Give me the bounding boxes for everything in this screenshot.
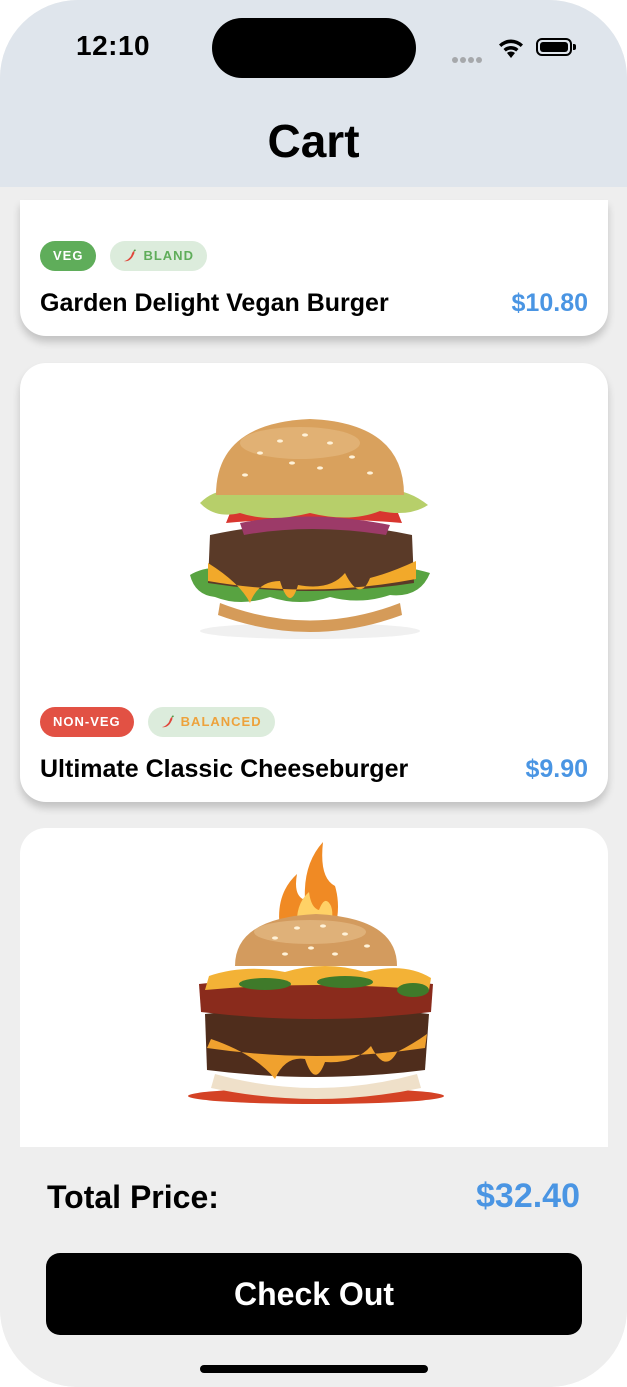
- diet-badge: NON-VEG: [40, 707, 134, 737]
- page-title: Cart: [267, 115, 360, 167]
- chili-icon: [124, 249, 137, 262]
- cart-footer: Total Price: $32.40 Check Out: [0, 1147, 627, 1387]
- total-price-label: Total Price:: [47, 1179, 219, 1215]
- dynamic-island: [212, 18, 416, 78]
- cart-item-card[interactable]: [20, 828, 608, 1168]
- checkout-button[interactable]: Check Out: [46, 1253, 582, 1335]
- cheeseburger-image: [190, 419, 430, 639]
- item-price: $10.80: [511, 289, 588, 317]
- chili-icon: [161, 715, 174, 728]
- taste-label: BALANCED: [180, 714, 262, 729]
- item-badges: VEG BLAND: [40, 241, 207, 271]
- item-badges: NON-VEG BALANCED: [40, 707, 275, 737]
- item-name: Ultimate Classic Cheeseburger: [40, 755, 409, 783]
- app-header: 12:10 Cart: [0, 0, 627, 187]
- taste-badge: BALANCED: [147, 707, 275, 737]
- taste-label: BLAND: [143, 248, 194, 263]
- home-indicator[interactable]: [200, 1365, 428, 1373]
- cellular-signal-icon: [452, 50, 484, 68]
- cart-item-card[interactable]: NON-VEG BALANCED Ultimate Classic Cheese…: [20, 363, 608, 802]
- taste-badge: BLAND: [110, 241, 207, 271]
- wifi-icon: [499, 39, 523, 58]
- status-time: 12:10: [76, 30, 151, 61]
- item-price: $9.90: [525, 755, 588, 783]
- phone-screen: 12:10 Cart VEG BLAND Garden Delight Vega…: [0, 0, 627, 1387]
- flaming-burger-image: [188, 842, 444, 1104]
- battery-icon: [536, 38, 576, 56]
- total-price-value: $32.40: [476, 1177, 580, 1215]
- item-name: Garden Delight Vegan Burger: [40, 289, 389, 317]
- cart-item-card[interactable]: VEG BLAND Garden Delight Vegan Burger $1…: [20, 200, 608, 336]
- diet-badge: VEG: [40, 241, 97, 271]
